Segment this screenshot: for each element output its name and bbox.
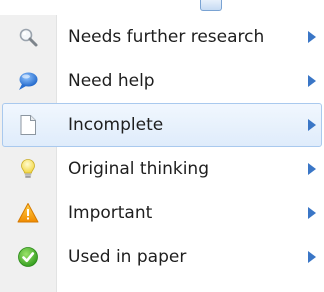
menu-item-needs-further-research[interactable]: Needs further research bbox=[2, 15, 322, 59]
menu-item-label: Used in paper bbox=[68, 247, 187, 267]
magnifier-icon bbox=[17, 26, 39, 48]
submenu-arrow-icon bbox=[308, 31, 316, 43]
menu-item-used-in-paper[interactable]: Used in paper bbox=[2, 235, 322, 279]
context-menu: Needs further research Need help Incompl… bbox=[0, 15, 324, 292]
speech-bubble-icon bbox=[17, 70, 39, 92]
blank-page-icon bbox=[17, 114, 39, 136]
menu-item-label: Needs further research bbox=[68, 27, 265, 47]
menu-item-label: Original thinking bbox=[68, 159, 209, 179]
toolbar-button-edge[interactable] bbox=[200, 0, 222, 11]
submenu-arrow-icon bbox=[308, 207, 316, 219]
menu-item-important[interactable]: Important bbox=[2, 191, 322, 235]
menu-item-original-thinking[interactable]: Original thinking bbox=[2, 147, 322, 191]
checkmark-icon bbox=[17, 246, 39, 268]
top-strip bbox=[0, 0, 324, 15]
submenu-arrow-icon bbox=[308, 163, 316, 175]
menu-item-need-help[interactable]: Need help bbox=[2, 59, 322, 103]
menu-item-label: Important bbox=[68, 203, 153, 223]
lightbulb-icon bbox=[17, 158, 39, 180]
menu-item-incomplete[interactable]: Incomplete bbox=[2, 103, 322, 147]
submenu-arrow-icon bbox=[308, 251, 316, 263]
submenu-arrow-icon bbox=[308, 119, 316, 131]
submenu-arrow-icon bbox=[308, 75, 316, 87]
menu-item-label: Incomplete bbox=[68, 115, 164, 135]
warning-icon bbox=[17, 202, 39, 224]
menu-item-label: Need help bbox=[68, 71, 155, 91]
